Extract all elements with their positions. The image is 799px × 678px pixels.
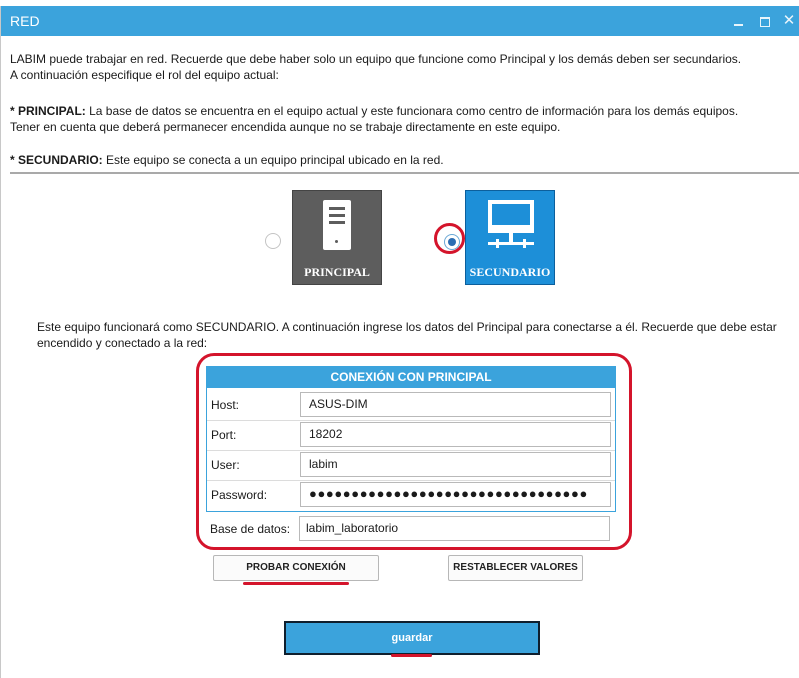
host-field[interactable]: ASUS-DIM [300,392,611,417]
host-label: Host: [211,398,240,412]
user-label: User: [211,458,240,472]
role-card-secundario[interactable]: SECUNDARIO [465,190,555,285]
principal-description: * PRINCIPAL: La base de datos se encuent… [10,103,790,135]
secundario-description: * SECUNDARIO: Este equipo se conecta a u… [10,152,790,168]
secundario-desc-text: Este equipo se conecta a un equipo princ… [102,153,444,167]
principal-bold-label: * PRINCIPAL: [10,104,86,118]
password-field[interactable]: ●●●●●●●●●●●●●●●●●●●●●●●●●●●●●●●●● [300,482,611,507]
user-row: User: labim [207,450,615,481]
radio-highlight-circle [434,223,465,254]
role-card-principal[interactable]: PRINCIPAL [292,190,382,285]
close-icon[interactable]: ✕ [778,11,799,31]
port-row: Port: 18202 [207,420,615,451]
database-row: Base de datos: labim_laboratorio [206,514,616,544]
intro-text: LABIM puede trabajar en red. Recuerde qu… [10,51,790,83]
password-row: Password: ●●●●●●●●●●●●●●●●●●●●●●●●●●●●●●… [207,480,615,510]
probar-underline-mark [243,582,349,585]
restablecer-valores-button[interactable]: RESTABLECER VALORES [448,555,583,581]
port-field[interactable]: 18202 [300,422,611,447]
probar-conexion-button[interactable]: PROBAR CONEXIÓN [213,555,379,581]
intro-line-1: LABIM puede trabajar en red. Recuerde qu… [10,52,742,66]
role-label-secundario: SECUNDARIO [469,265,551,279]
window-title: RED [10,13,40,29]
title-bar[interactable]: RED ✕ [1,6,799,36]
password-label: Password: [211,488,268,502]
section-divider [10,172,799,174]
user-field[interactable]: labim [300,452,611,477]
secondary-info-text: Este equipo funcionará como SECUNDARIO. … [37,320,777,350]
monitor-network-icon [488,200,534,252]
host-row: Host: ASUS-DIM [207,390,615,421]
intro-line-2: A continuación especifique el rol del eq… [10,68,279,82]
radio-principal[interactable] [265,233,281,249]
connection-header: CONEXIÓN CON PRINCIPAL [207,367,615,388]
database-label: Base de datos: [210,522,291,536]
secundario-bold-label: * SECUNDARIO: [10,153,103,167]
database-field[interactable]: labim_laboratorio [299,516,610,541]
guardar-button[interactable]: guardar [284,621,540,655]
connection-panel: CONEXIÓN CON PRINCIPAL Host: ASUS-DIM Po… [206,366,616,512]
port-label: Port: [211,428,237,442]
guardar-underline-mark [391,654,432,657]
maximize-icon[interactable] [754,11,776,31]
principal-desc-text-2: Tener en cuenta que deberá permanecer en… [10,120,561,134]
red-window: RED ✕ LABIM puede trabajar en red. Recue… [0,6,799,678]
principal-desc-text-1: La base de datos se encuentra en el equi… [85,104,739,118]
role-label-principal: PRINCIPAL [304,265,370,279]
minimize-icon[interactable] [728,11,750,31]
server-icon [323,200,351,250]
